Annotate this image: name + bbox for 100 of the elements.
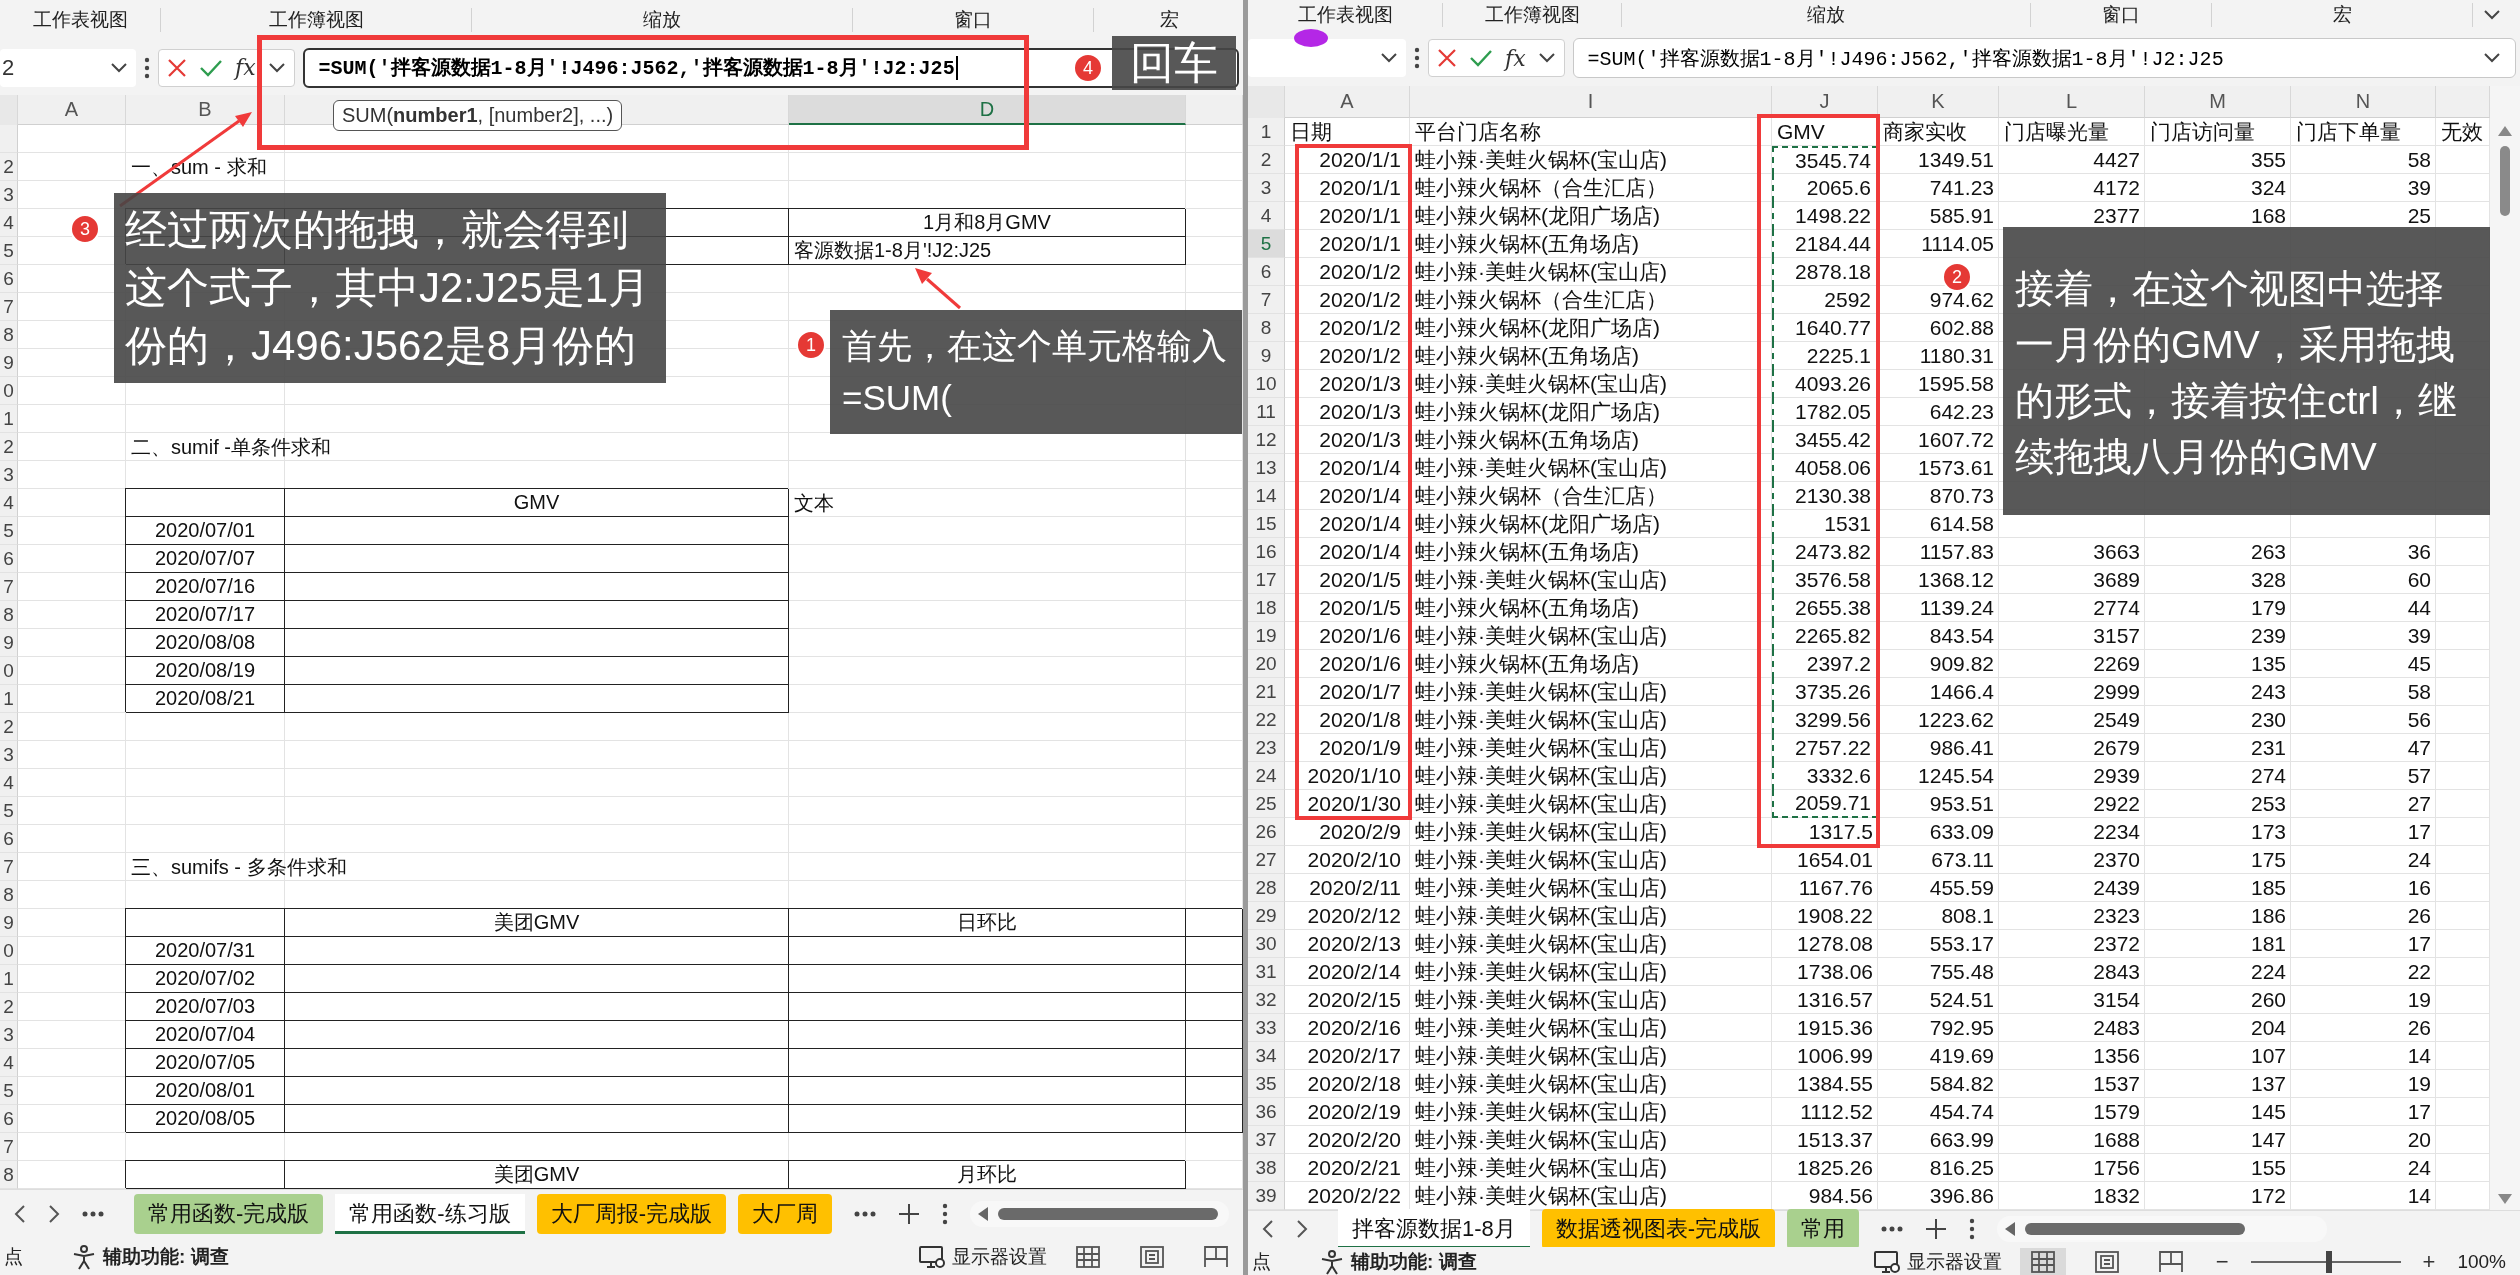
- row-header[interactable]: 10: [1248, 370, 1285, 398]
- row-header[interactable]: 3: [0, 181, 18, 209]
- plus-icon[interactable]: [898, 1203, 920, 1225]
- view-button[interactable]: [2019, 1247, 2066, 1275]
- sheet-tab[interactable]: 常用: [1787, 1209, 1860, 1249]
- row-header[interactable]: 4: [1248, 202, 1285, 230]
- sheet-tab[interactable]: 常用函数-完成版: [134, 1194, 324, 1234]
- row-header[interactable]: 24: [1248, 762, 1285, 790]
- row-header[interactable]: 6: [0, 265, 18, 293]
- chevron-right-icon[interactable]: [1296, 1219, 1308, 1239]
- row-header[interactable]: 8: [1248, 314, 1285, 342]
- row-header[interactable]: 20: [1248, 650, 1285, 678]
- chevron-down-icon[interactable]: [1380, 52, 1398, 64]
- row-header[interactable]: 9: [1248, 342, 1285, 370]
- formula-input[interactable]: =SUM('拌客源数据1-8月'!J496:J562,'拌客源数据1-8月'!J2:J25: [1572, 38, 2516, 78]
- row-header[interactable]: 4: [0, 1049, 18, 1077]
- row-header[interactable]: 6: [1248, 258, 1285, 286]
- row-header[interactable]: 6: [0, 1105, 18, 1133]
- row-header[interactable]: 22: [1248, 706, 1285, 734]
- cancel-icon[interactable]: [1437, 48, 1457, 68]
- row-header[interactable]: 38: [1248, 1154, 1285, 1182]
- row-header[interactable]: 1: [0, 965, 18, 993]
- cancel-icon[interactable]: [167, 57, 187, 78]
- row-header[interactable]: 27: [1248, 846, 1285, 874]
- ribbon-tab[interactable]: 宏: [2332, 2, 2352, 28]
- row-header[interactable]: 4: [0, 769, 18, 797]
- ribbon-tab[interactable]: 窗口: [2102, 2, 2140, 28]
- name-box[interactable]: 2: [0, 48, 136, 87]
- row-header[interactable]: 12: [1248, 426, 1285, 454]
- row-header[interactable]: 8: [0, 1161, 18, 1189]
- row-header[interactable]: 30: [1248, 930, 1285, 958]
- ribbon-tab[interactable]: 工作表视图: [1297, 2, 1393, 28]
- row-header[interactable]: 5: [0, 1077, 18, 1105]
- row-header[interactable]: 0: [0, 377, 18, 405]
- table-cell[interactable]: 客源数据1-8月'!J2:J25: [789, 237, 1186, 265]
- row-header[interactable]: 8: [0, 881, 18, 909]
- more-vertical-icon[interactable]: [1969, 1218, 1976, 1240]
- vertical-scrollbar[interactable]: [2490, 86, 2520, 1210]
- plus-icon[interactable]: [1925, 1218, 1948, 1240]
- row-header[interactable]: 23: [1248, 734, 1285, 762]
- accessibility-button[interactable]: 辅助功能: 调查: [1319, 1248, 1477, 1275]
- chevron-right-icon[interactable]: [48, 1204, 60, 1224]
- row-header[interactable]: 3: [0, 741, 18, 769]
- more-vertical-icon[interactable]: [942, 1203, 948, 1225]
- chevron-down-icon[interactable]: [2483, 9, 2501, 21]
- row-header[interactable]: 2: [0, 153, 18, 181]
- row-header[interactable]: 14: [1248, 482, 1285, 510]
- ribbon-tab[interactable]: 窗口: [954, 7, 992, 33]
- display-settings-button[interactable]: 显示器设置: [918, 1244, 1047, 1270]
- insert-function-button[interactable]: fx: [1505, 45, 1526, 71]
- more-horizontal-icon[interactable]: [854, 1211, 876, 1217]
- chevron-left-icon[interactable]: [1262, 1219, 1274, 1239]
- row-header[interactable]: 18: [1248, 594, 1285, 622]
- row-header[interactable]: 32: [1248, 986, 1285, 1014]
- row-header[interactable]: 5: [1248, 230, 1285, 258]
- row-header[interactable]: 8: [0, 601, 18, 629]
- insert-function-button[interactable]: fx: [235, 55, 256, 80]
- row-header[interactable]: 7: [0, 853, 18, 881]
- ribbon-tab[interactable]: 工作簿视图: [268, 7, 364, 33]
- row-header[interactable]: 26: [1248, 818, 1285, 846]
- row-header[interactable]: 1: [0, 405, 18, 433]
- row-header[interactable]: 6: [0, 825, 18, 853]
- row-header[interactable]: 2: [0, 713, 18, 741]
- row-header[interactable]: 39: [1248, 1182, 1285, 1210]
- horizontal-scrollbar[interactable]: [1997, 1216, 2328, 1242]
- row-header[interactable]: 31: [1248, 958, 1285, 986]
- more-horizontal-icon[interactable]: [82, 1211, 104, 1217]
- chevron-down-icon[interactable]: [2483, 52, 2501, 64]
- more-vertical-icon[interactable]: [1414, 47, 1420, 69]
- row-header[interactable]: 0: [0, 937, 18, 965]
- row-header[interactable]: 16: [1248, 538, 1285, 566]
- row-header[interactable]: 35: [1248, 1070, 1285, 1098]
- chevron-down-icon[interactable]: [1537, 52, 1556, 64]
- more-horizontal-icon[interactable]: [1881, 1226, 1904, 1232]
- ribbon-tab[interactable]: 缩放: [643, 7, 681, 33]
- sheet-tab[interactable]: 大厂周报-完成版: [536, 1194, 726, 1234]
- ribbon-tab[interactable]: 缩放: [1807, 2, 1845, 28]
- row-header[interactable]: 2: [0, 433, 18, 461]
- row-header[interactable]: 37: [1248, 1126, 1285, 1154]
- chevron-left-icon[interactable]: [14, 1204, 26, 1224]
- row-header[interactable]: 34: [1248, 1042, 1285, 1070]
- row-header[interactable]: 7: [0, 293, 18, 321]
- row-header[interactable]: 5: [0, 237, 18, 265]
- horizontal-scrollbar[interactable]: [970, 1201, 1229, 1227]
- row-header[interactable]: 28: [1248, 874, 1285, 902]
- column-header[interactable]: D: [789, 95, 1186, 125]
- row-header[interactable]: 9: [0, 909, 18, 937]
- row-header[interactable]: 25: [1248, 790, 1285, 818]
- row-header[interactable]: 33: [1248, 1014, 1285, 1042]
- ribbon-tab[interactable]: 工作簿视图: [1484, 2, 1580, 28]
- row-header[interactable]: 2: [0, 993, 18, 1021]
- row-header[interactable]: 7: [1248, 286, 1285, 314]
- row-header[interactable]: 17: [1248, 566, 1285, 594]
- sheet-tab[interactable]: 常用函数-练习版: [335, 1194, 525, 1234]
- name-box[interactable]: [1248, 39, 1406, 77]
- row-header[interactable]: 3: [0, 1021, 18, 1049]
- row-header[interactable]: 1: [1248, 118, 1285, 146]
- chevron-down-icon[interactable]: [110, 61, 128, 74]
- sheet-tab[interactable]: 大厂周: [738, 1194, 832, 1234]
- row-header[interactable]: 6: [0, 545, 18, 573]
